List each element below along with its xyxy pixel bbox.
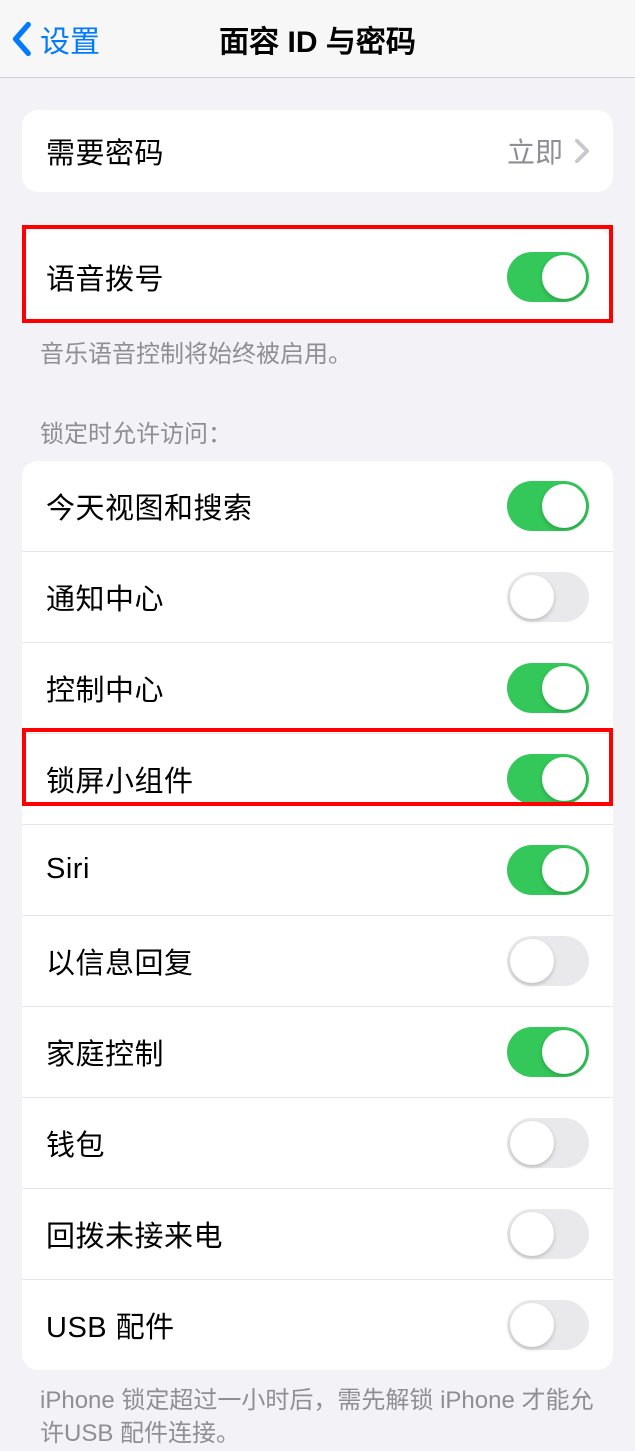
voice-dial-row: 语音拨号 [22,230,613,324]
lock-access-group: 今天视图和搜索通知中心控制中心锁屏小组件 Siri 以信息回复家庭控制钱包回拨未接来… [22,461,613,1370]
page-title: 面容 ID 与密码 [219,17,416,61]
lock-item-label: 控制中心 [46,667,164,709]
chevron-left-icon [10,21,32,57]
chevron-right-icon [575,139,589,163]
lock-item-toggle[interactable] [507,845,589,895]
back-button[interactable]: 设置 [0,17,100,61]
lock-item-toggle[interactable] [507,1118,589,1168]
voice-dial-footer: 音乐语音控制将始终被启用。 [0,324,635,372]
lock-item-label: 锁屏小组件 [46,758,194,800]
lock-item-toggle[interactable] [507,572,589,622]
require-passcode-value: 立即 [507,131,563,171]
lock-item-toggle[interactable] [507,663,589,713]
lock-item-row: 通知中心 [22,551,613,642]
lock-access-header: 锁定时允许访问： [0,414,635,461]
lock-item-toggle[interactable] [507,754,589,804]
lock-item-toggle[interactable] [507,481,589,531]
lock-item-row: 回拨未接来电 [22,1188,613,1279]
lock-item-row: USB 配件 [22,1279,613,1370]
require-passcode-label: 需要密码 [46,130,164,172]
lock-item-toggle[interactable] [507,1209,589,1259]
lock-item-label: 今天视图和搜索 [46,485,253,527]
back-label: 设置 [40,17,100,61]
require-passcode-row[interactable]: 需要密码 立即 [22,110,613,192]
voice-dial-label: 语音拨号 [46,256,164,298]
lock-item-toggle[interactable] [507,1300,589,1350]
lock-item-toggle[interactable] [507,936,589,986]
lock-item-row: Siri [22,824,613,915]
navigation-header: 设置 面容 ID 与密码 [0,0,635,78]
lock-item-row: 以信息回复 [22,915,613,1006]
lock-item-label: 回拨未接来电 [46,1213,223,1255]
lock-item-label: Siri [46,853,90,886]
lock-item-row: 控制中心 [22,642,613,733]
lock-item-label: 钱包 [46,1122,105,1164]
lock-item-label: 通知中心 [46,576,164,618]
lock-item-label: USB 配件 [46,1304,175,1346]
lock-item-toggle[interactable] [507,1027,589,1077]
lock-item-row: 锁屏小组件 [22,733,613,824]
lock-item-row: 家庭控制 [22,1006,613,1097]
lock-item-label: 以信息回复 [46,940,194,982]
lock-item-row: 钱包 [22,1097,613,1188]
lock-item-label: 家庭控制 [46,1031,164,1073]
lock-item-row: 今天视图和搜索 [22,461,613,551]
lock-access-footer: iPhone 锁定超过一小时后，需先解锁 iPhone 才能允许USB 配件连接… [0,1370,635,1451]
voice-dial-toggle[interactable] [507,252,589,302]
